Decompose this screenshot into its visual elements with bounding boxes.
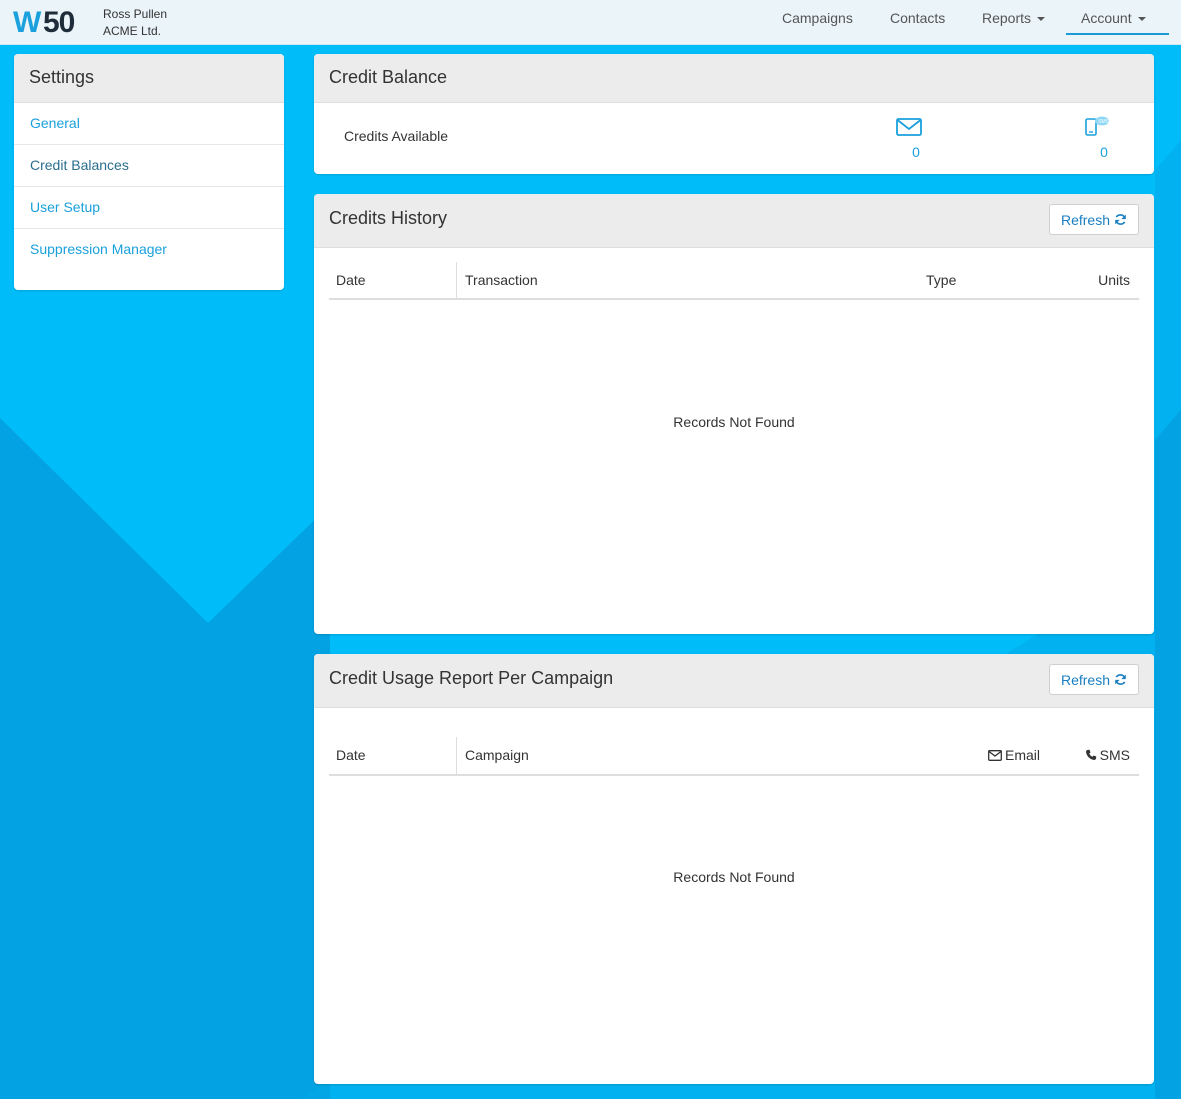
caret-down-icon [1037, 17, 1046, 22]
caret-down-icon [1137, 17, 1146, 22]
company-name: ACME Ltd. [103, 24, 162, 38]
column-date[interactable]: Date [336, 747, 366, 763]
user-name: Ross Pullen [103, 7, 168, 21]
credit-balance-title: Credit Balance [329, 67, 448, 87]
column-email[interactable]: Email [988, 747, 1040, 763]
credit-usage-refresh-button[interactable]: Refresh [1049, 664, 1139, 695]
settings-menu: General Credit Balances User Setup Suppr… [14, 103, 284, 271]
nav-reports[interactable]: Reports [982, 0, 1046, 36]
refresh-icon [1115, 214, 1126, 225]
phone-icon [1085, 749, 1096, 760]
nav-reports-label: Reports [982, 10, 1032, 26]
envelope-icon [988, 750, 1002, 761]
sidebar-item-credit-balances[interactable]: Credit Balances [14, 145, 284, 187]
envelope-icon[interactable] [896, 117, 922, 137]
credit-balance-panel: Credit Balance Credits Available 0 SMS 0 [314, 54, 1154, 174]
svg-text:SMS: SMS [1098, 119, 1110, 125]
nav-account-label: Account [1081, 10, 1132, 26]
svg-text:50: 50 [43, 6, 75, 39]
column-sms[interactable]: SMS [1085, 747, 1130, 763]
email-credits-value: 0 [912, 144, 920, 160]
nav-contacts[interactable]: Contacts [890, 0, 945, 36]
svg-text:W: W [13, 6, 42, 39]
credit-usage-title: Credit Usage Report Per Campaign [329, 668, 614, 688]
credit-balance-heading: Credit Balance [314, 54, 1154, 103]
sms-credits-value: 0 [1100, 144, 1108, 160]
credit-usage-table-header: Date Campaign Email SMS [329, 737, 1139, 776]
credit-usage-empty-message: Records Not Found [673, 869, 795, 885]
column-units[interactable]: Units [1098, 272, 1130, 288]
credits-history-empty-message: Records Not Found [673, 414, 795, 430]
mobile-sms-icon[interactable]: SMS [1084, 115, 1110, 137]
sidebar-item-general[interactable]: General [14, 103, 284, 145]
column-date[interactable]: Date [336, 272, 366, 288]
settings-title: Settings [29, 67, 95, 87]
refresh-label: Refresh [1060, 671, 1111, 688]
nav-campaigns[interactable]: Campaigns [782, 0, 853, 36]
credits-history-heading: Credits History Refresh [314, 194, 1154, 248]
column-divider [456, 737, 457, 774]
column-divider [456, 262, 457, 298]
active-nav-indicator [1066, 33, 1169, 35]
credits-history-title: Credits History [329, 208, 448, 228]
sidebar-item-user-setup[interactable]: User Setup [14, 187, 284, 229]
column-type[interactable]: Type [926, 272, 956, 288]
nav-account[interactable]: Account [1081, 0, 1146, 36]
column-campaign[interactable]: Campaign [465, 747, 529, 763]
credit-usage-panel: Credit Usage Report Per Campaign Refresh… [314, 654, 1154, 1084]
settings-heading: Settings [14, 54, 284, 103]
settings-sidebar: Settings General Credit Balances User Se… [14, 54, 284, 290]
w50-logo[interactable]: W 50 [13, 3, 91, 39]
credits-history-refresh-button[interactable]: Refresh [1049, 204, 1139, 235]
column-email-label: Email [1005, 747, 1041, 763]
refresh-label: Refresh [1060, 211, 1111, 228]
user-info: Ross Pullen ACME Ltd. [103, 6, 167, 40]
top-navbar: W 50 Ross Pullen ACME Ltd. Campaigns Con… [0, 0, 1181, 45]
credit-usage-heading: Credit Usage Report Per Campaign Refresh [314, 654, 1154, 708]
column-sms-label: SMS [1099, 747, 1130, 763]
credits-history-table-header: Date Transaction Type Units [329, 262, 1139, 300]
refresh-icon [1115, 674, 1126, 685]
column-transaction[interactable]: Transaction [465, 272, 538, 288]
credits-available-label: Credits Available [344, 128, 449, 144]
credits-history-panel: Credits History Refresh Date Transaction… [314, 194, 1154, 634]
sidebar-item-suppression-manager[interactable]: Suppression Manager [14, 229, 284, 271]
